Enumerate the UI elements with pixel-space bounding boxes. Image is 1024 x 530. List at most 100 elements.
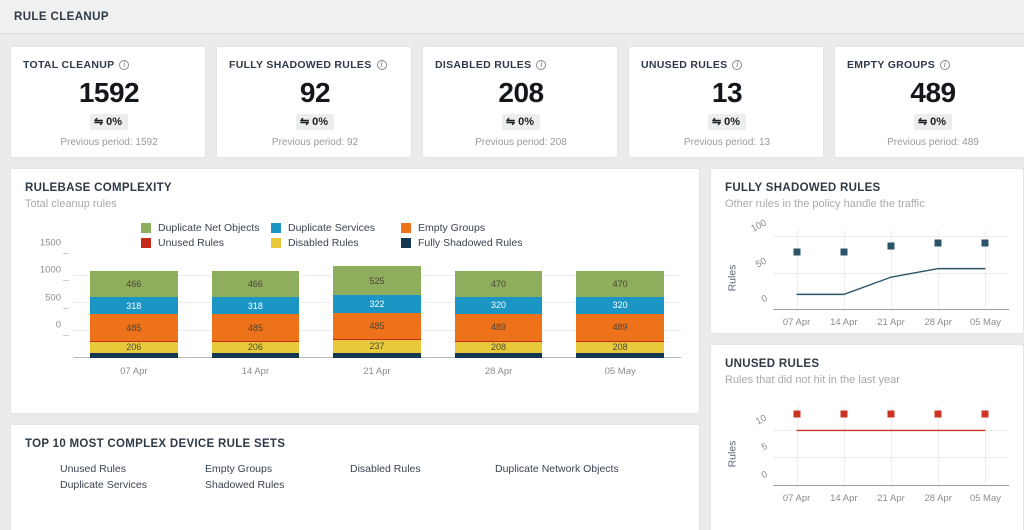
y-axis-tick <box>63 280 69 282</box>
kpi-card[interactable]: TOTAL CLEANUP i 1592 ⇋ 0% Previous period: 15… <box>10 46 206 158</box>
kpi-card[interactable]: EMPTY GROUPS i 489 ⇋ 0% Previous period: 489 <box>834 46 1024 158</box>
bar-segment[interactable]: 466 <box>211 271 300 297</box>
info-icon[interactable]: i <box>119 60 130 70</box>
data-point-marker[interactable] <box>793 410 801 418</box>
rulebase-legend: Duplicate Net Objects Duplicate Services E… <box>11 210 651 250</box>
y-axis-tick-label: 100 <box>749 217 769 235</box>
bar-segment[interactable]: 318 <box>211 296 300 315</box>
legend-swatch <box>141 237 151 248</box>
bar-segment[interactable] <box>211 352 300 358</box>
bar-segment[interactable] <box>576 352 664 358</box>
bar-segment[interactable]: 322 <box>333 295 421 313</box>
data-point-marker[interactable] <box>793 248 801 256</box>
info-icon[interactable]: i <box>376 60 387 70</box>
bar-segment-label: 470 <box>612 278 628 289</box>
kpi-card[interactable]: FULLY SHADOWED RULES i 92 ⇋ 0% Previous perio… <box>216 46 412 158</box>
legend-item[interactable]: Duplicate Network Objects <box>488 461 668 477</box>
x-axis-tick-label: 07 Apr <box>782 317 811 328</box>
bar-segment[interactable]: 470 <box>576 270 664 297</box>
bar-segment[interactable]: 485 <box>333 312 421 340</box>
legend-item[interactable]: Empty Groups <box>401 220 531 235</box>
bar-segment[interactable]: 489 <box>454 314 543 341</box>
bar-slot: 237 485 322 525 <box>316 262 438 358</box>
flat-trend-icon: ⇋ <box>505 115 516 128</box>
bar-segment[interactable]: 206 <box>90 341 178 353</box>
bar-segment[interactable]: 485 <box>90 314 178 341</box>
stacked-bar[interactable]: 237 485 322 525 <box>333 262 421 358</box>
bar-segment[interactable]: 320 <box>454 296 543 315</box>
unused-title: UNUSED RULES <box>725 358 820 370</box>
legend-item[interactable]: Disabled Rules <box>343 461 488 477</box>
stacked-bar[interactable]: 208 489 320 470 <box>576 262 664 358</box>
bar-segment[interactable]: 206 <box>211 341 300 353</box>
bar-segment[interactable]: 525 <box>333 266 421 296</box>
legend-item[interactable]: Empty Groups <box>198 461 343 477</box>
kpi-delta-value: 0% <box>930 116 947 128</box>
kpi-previous-period: Previous period: 208 <box>475 137 567 148</box>
x-axis-tick-label: 05 May <box>969 317 1001 328</box>
bar-segment-label: 485 <box>247 322 263 333</box>
data-point-marker[interactable] <box>934 239 942 247</box>
bar-group-container: 206 485 318 466 206 485 318 466 237 485 322 525 208 4… <box>73 262 681 358</box>
data-point-marker[interactable] <box>981 410 989 418</box>
kpi-card[interactable]: UNUSED RULES i 13 ⇋ 0% Previous period: 13 <box>628 46 824 158</box>
kpi-delta-badge: ⇋ 0% <box>913 114 953 130</box>
bar-segment[interactable] <box>454 352 543 358</box>
bar-segment[interactable] <box>333 352 421 358</box>
data-point-marker[interactable] <box>981 239 989 247</box>
kpi-previous-period: Previous period: 1592 <box>60 137 158 148</box>
line-chart-plot-area: 0 50 100 <box>749 218 1009 310</box>
stacked-bar[interactable]: 206 485 318 466 <box>211 262 300 358</box>
flat-trend-icon: ⇋ <box>917 115 928 128</box>
data-point-marker[interactable] <box>887 410 895 418</box>
legend-label: Empty Groups <box>418 221 486 234</box>
top10-title: TOP 10 MOST COMPLEX DEVICE RULE SETS <box>25 438 286 450</box>
info-icon[interactable]: i <box>732 60 743 70</box>
kpi-delta-value: 0% <box>106 116 123 128</box>
legend-label: Duplicate Net Objects <box>158 221 260 234</box>
legend-item[interactable]: Duplicate Services <box>53 477 198 493</box>
bar-segment-label: 489 <box>612 322 628 333</box>
stacked-bar[interactable]: 206 485 318 466 <box>90 262 178 358</box>
bar-segment[interactable]: 485 <box>211 314 300 341</box>
panel-fully-shadowed-rules: FULLY SHADOWED RULES Other rules in the … <box>710 168 1024 334</box>
top10-legend: Unused Rules Empty Groups Disabled Rules Du… <box>11 450 671 493</box>
legend-item[interactable]: Shadowed Rules <box>198 477 343 493</box>
legend-item[interactable]: Duplicate Services <box>271 220 401 235</box>
bar-segment[interactable]: 208 <box>454 341 543 353</box>
bar-segment[interactable]: 208 <box>576 341 664 353</box>
y-axis-tick-label: 1500 <box>39 237 61 249</box>
x-axis-tick-label: 21 Apr <box>877 493 905 504</box>
bar-segment[interactable]: 466 <box>90 271 178 297</box>
data-point-marker[interactable] <box>840 410 848 418</box>
bar-segment[interactable]: 470 <box>454 270 543 297</box>
bar-segment[interactable]: 320 <box>576 296 664 315</box>
kpi-card-header: EMPTY GROUPS i <box>847 59 951 71</box>
bar-segment-label: 322 <box>369 298 385 309</box>
bar-segment-label: 485 <box>369 320 385 331</box>
data-point-marker[interactable] <box>887 242 895 250</box>
line-chart-x-axis: 07 Apr 14 Apr 21 Apr 28 Apr 05 May <box>773 488 1009 508</box>
kpi-card-title: EMPTY GROUPS <box>847 59 936 71</box>
kpi-value: 92 <box>299 77 331 108</box>
bar-segment-label: 208 <box>612 342 628 353</box>
bar-segment[interactable]: 237 <box>333 339 421 353</box>
legend-item[interactable]: Unused Rules <box>53 461 198 477</box>
data-point-marker[interactable] <box>934 410 942 418</box>
y-axis-tick <box>63 252 69 254</box>
legend-item[interactable]: Disabled Rules <box>271 235 401 250</box>
legend-item[interactable]: Unused Rules <box>141 235 271 250</box>
info-icon[interactable]: i <box>536 60 547 70</box>
legend-swatch <box>401 222 411 233</box>
bar-chart-x-axis: 07 Apr 14 Apr 21 Apr 28 Apr 05 May <box>73 360 681 380</box>
info-icon[interactable]: i <box>940 60 951 70</box>
bar-segment-label: 320 <box>612 300 628 311</box>
data-point-marker[interactable] <box>840 248 848 256</box>
legend-item[interactable]: Fully Shadowed Rules <box>401 235 531 250</box>
bar-segment[interactable]: 318 <box>90 296 178 315</box>
stacked-bar[interactable]: 208 489 320 470 <box>454 262 543 358</box>
bar-segment[interactable] <box>90 352 178 358</box>
kpi-card[interactable]: DISABLED RULES i 208 ⇋ 0% Previous period: 20… <box>422 46 618 158</box>
bar-segment[interactable]: 489 <box>576 314 664 341</box>
legend-item[interactable]: Duplicate Net Objects <box>141 220 271 235</box>
